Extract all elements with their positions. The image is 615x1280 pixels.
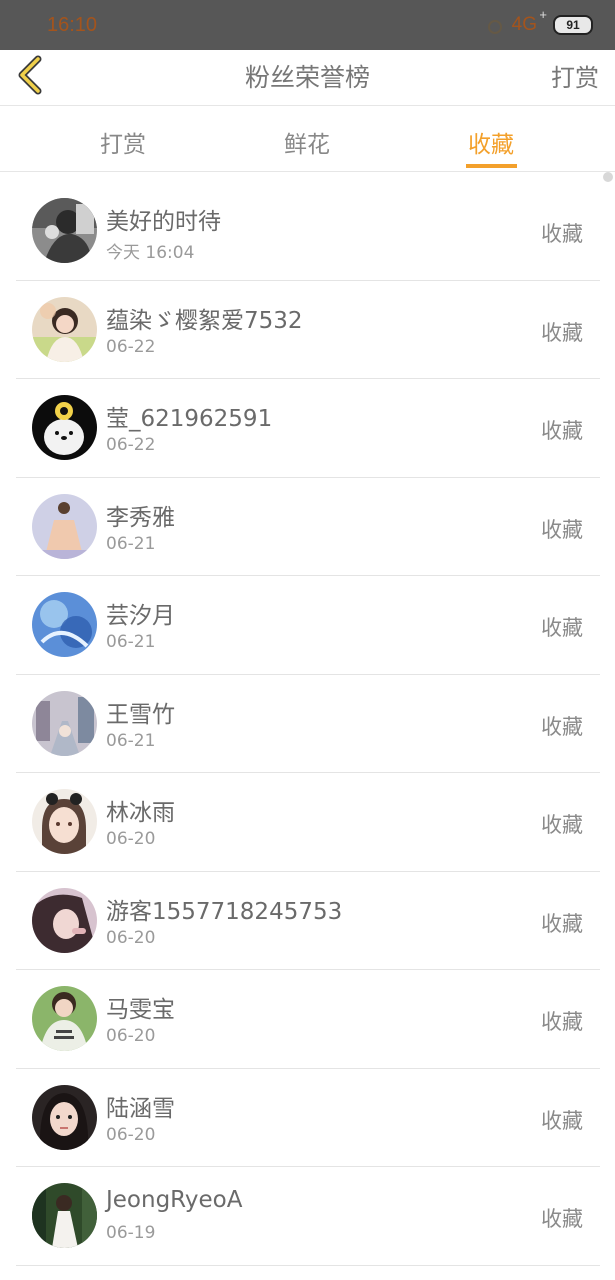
fan-name: 李秀雅	[106, 504, 175, 531]
fan-time: 06-20	[106, 829, 156, 849]
battery-icon: 91	[553, 15, 593, 35]
alarm-icon	[486, 17, 502, 34]
fan-action: 收藏	[541, 813, 583, 837]
list-item[interactable]: 马雯宝 06-20 收藏	[0, 970, 615, 1069]
list-item[interactable]: 美好的时待 今天 16:04 收藏	[0, 182, 615, 281]
avatar[interactable]	[32, 395, 97, 460]
fan-action: 收藏	[541, 517, 583, 542]
fan-name: JeongRyeoA	[106, 1187, 243, 1213]
fan-name: 王雪竹	[106, 701, 175, 728]
fan-name: 美好的时待	[106, 209, 221, 235]
avatar[interactable]	[32, 690, 97, 756]
fan-action: 收藏	[541, 616, 583, 640]
scroll-indicator	[603, 172, 613, 182]
avatar[interactable]	[32, 493, 97, 559]
tab-favorites[interactable]: 收藏	[431, 125, 551, 159]
avatar[interactable]	[32, 789, 97, 854]
avatar[interactable]	[32, 986, 97, 1051]
status-time: 16:10	[47, 14, 98, 36]
network-type: 4G	[511, 14, 537, 35]
fan-name: 游客1557718245753	[106, 898, 343, 925]
fan-time: 06-21	[106, 730, 156, 751]
list-item[interactable]: 莹_621962591 06-22 收藏	[0, 379, 615, 478]
fan-name: 芸汐月	[106, 603, 175, 629]
fan-name: 马雯宝	[106, 997, 175, 1023]
network-indicator: 4G +	[511, 7, 547, 36]
fan-action: 收藏	[541, 320, 583, 345]
list-item[interactable]: 陆涵雪 06-20 收藏	[0, 1069, 615, 1167]
fan-time: 06-21	[106, 632, 156, 652]
fan-time: 06-22	[106, 336, 156, 357]
fan-action: 收藏	[541, 1207, 583, 1231]
fan-time: 06-19	[106, 1223, 156, 1243]
tab-flowers[interactable]: 鲜花	[247, 125, 367, 159]
list-item[interactable]: 芸汐月 06-21 收藏	[0, 576, 615, 675]
avatar[interactable]	[32, 198, 97, 263]
fan-time: 06-20	[106, 927, 156, 948]
fan-time: 06-20	[106, 1124, 156, 1145]
fan-time: 06-22	[106, 435, 156, 455]
battery-level: 91	[566, 18, 580, 32]
fan-name: 莹_621962591	[106, 406, 273, 432]
list-item[interactable]: 李秀雅 06-21 收藏	[0, 478, 615, 576]
fan-action: 收藏	[541, 419, 583, 443]
fan-list: 美好的时待 今天 16:04 收藏 蕴染ゞ樱絮爱7532 06-22 收藏 莹_…	[0, 182, 615, 1266]
fan-name: 林冰雨	[106, 800, 175, 826]
fan-name: 蕴染ゞ樱絮爱7532	[106, 307, 303, 334]
status-indicators: 4G + 91	[486, 7, 593, 36]
network-plus: +	[539, 7, 547, 22]
fan-time: 06-21	[106, 533, 156, 554]
avatar[interactable]	[32, 1084, 97, 1150]
fan-action: 收藏	[541, 222, 583, 246]
tab-bar: 打赏 鲜花 收藏	[0, 106, 615, 172]
reward-button[interactable]: 打赏	[551, 58, 599, 93]
avatar[interactable]	[32, 296, 97, 362]
list-item[interactable]: 王雪竹 06-21 收藏	[0, 675, 615, 773]
page-title: 粉丝荣誉榜	[244, 63, 370, 92]
fan-name: 陆涵雪	[106, 1095, 175, 1122]
divider	[16, 1264, 600, 1266]
tab-reward[interactable]: 打赏	[63, 125, 183, 159]
fan-action: 收藏	[541, 1108, 583, 1133]
status-bar: 16:10 4G + 91	[0, 0, 615, 50]
list-item[interactable]: JeongRyeoA 06-19 收藏	[0, 1167, 615, 1266]
avatar[interactable]	[32, 1183, 97, 1248]
fan-action: 收藏	[541, 911, 583, 936]
fan-action: 收藏	[541, 1010, 583, 1034]
nav-bar: 粉丝荣誉榜 打赏	[0, 50, 615, 106]
list-item[interactable]: 游客1557718245753 06-20 收藏	[0, 872, 615, 970]
avatar[interactable]	[32, 592, 97, 657]
avatar[interactable]	[32, 887, 97, 953]
fan-action: 收藏	[541, 714, 583, 739]
fan-time: 今天 16:04	[106, 243, 195, 263]
list-item[interactable]: 蕴染ゞ樱絮爱7532 06-22 收藏	[0, 281, 615, 379]
list-item[interactable]: 林冰雨 06-20 收藏	[0, 773, 615, 872]
active-tab-indicator	[466, 164, 517, 168]
fan-time: 06-20	[106, 1026, 156, 1046]
